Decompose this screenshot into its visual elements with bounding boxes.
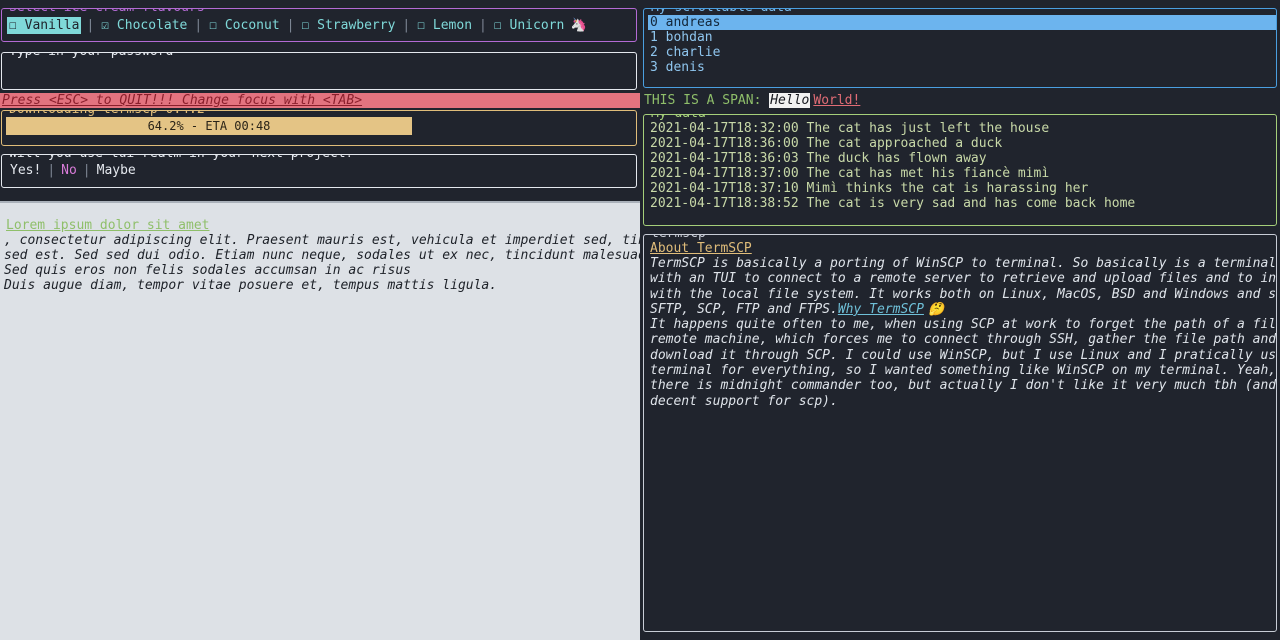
span-hello-text: Hello xyxy=(769,93,810,108)
termscp-text-line: remote machine, which forces me to conne… xyxy=(650,332,1276,347)
scrollable-list-panel[interactable]: My scrollable data 0 andreas1 bohdan2 ch… xyxy=(643,8,1277,88)
quit-hint-banner: Press <ESC> to QUIT!!! Change focus with… xyxy=(0,93,640,108)
log-row: 2021-04-17T18:36:03 The duck has flown a… xyxy=(648,151,1276,166)
about-termscp-link[interactable]: About TermSCP xyxy=(648,241,752,256)
unicorn-icon: 🦄 xyxy=(566,18,586,33)
checkbox-group-panel[interactable]: Select ice-cream flavours ☐ Vanilla|☑ Ch… xyxy=(1,8,637,42)
scrollable-list-body[interactable]: 0 andreas1 bohdan2 charlie3 denis xyxy=(648,15,1276,87)
progress-bar-title: Downloading termscp 0.4.2 xyxy=(8,110,206,117)
paragraph-line: sed est. Sed sed dui odio. Etiam nunc ne… xyxy=(4,248,640,263)
log-list-body[interactable]: 2021-04-17T18:32:00 The cat has just lef… xyxy=(648,121,1276,225)
radio-option-maybe[interactable]: Maybe xyxy=(97,163,136,178)
termscp-text-line: TermSCP is basically a porting of WinSCP… xyxy=(650,256,1276,271)
checkbox-separator: | xyxy=(397,18,415,33)
radio-separator: | xyxy=(77,163,97,178)
radio-group-title: Will you use tui-realm in your next proj… xyxy=(8,154,354,161)
termscp-text-line: with the local file system. It works bot… xyxy=(650,287,1276,302)
checkbox-group-title: Select ice-cream flavours xyxy=(8,8,206,15)
log-row: 2021-04-17T18:32:00 The cat has just lef… xyxy=(648,121,1276,136)
checkbox-item-chocolate[interactable]: ☑ Chocolate xyxy=(99,17,189,34)
why-termscp-link[interactable]: Why TermSCP xyxy=(838,302,924,317)
paragraph-line: , consectetur adipiscing elit. Praesent … xyxy=(4,233,640,248)
password-input-value[interactable] xyxy=(6,59,636,89)
progress-bar-label: 64.2% - ETA 00:48 xyxy=(6,117,412,135)
log-row: 2021-04-17T18:37:00 The cat has met his … xyxy=(648,166,1276,181)
termscp-protocols-text: SFTP, SCP, FTP and FTPS. xyxy=(650,302,838,317)
list-item[interactable]: 1 bohdan xyxy=(648,30,1276,45)
log-list-title: My data xyxy=(650,114,707,121)
checkbox-item-coconut[interactable]: ☐ Coconut xyxy=(207,17,281,34)
checkbox-item-lemon[interactable]: ☐ Lemon xyxy=(415,17,474,34)
checkbox-item-vanilla[interactable]: ☐ Vanilla xyxy=(7,17,81,34)
checkbox-row: ☐ Vanilla|☑ Chocolate|☐ Coconut|☐ Strawb… xyxy=(7,17,587,34)
span-demo-line: THIS IS A SPAN: HelloWorld! xyxy=(644,93,1278,108)
log-row: 2021-04-17T18:36:00 The cat approached a… xyxy=(648,136,1276,151)
termscp-paragraph-two: It happens quite often to me, when using… xyxy=(648,317,1276,409)
log-row: 2021-04-17T18:38:52 The cat is very sad … xyxy=(648,196,1276,211)
paragraph-body: , consectetur adipiscing elit. Praesent … xyxy=(4,233,640,293)
checkbox-separator: | xyxy=(81,18,99,33)
span-world-link[interactable]: World! xyxy=(810,93,860,108)
log-list-panel[interactable]: My data 2021-04-17T18:32:00 The cat has … xyxy=(643,114,1277,226)
span-prefix-label: THIS IS A SPAN: xyxy=(644,93,761,108)
checkbox-separator: | xyxy=(282,18,300,33)
termscp-panel-body: About TermSCP TermSCP is basically a por… xyxy=(648,241,1276,631)
termscp-text-line: download it through SCP. I could use Win… xyxy=(650,348,1276,363)
lorem-ipsum-link[interactable]: Lorem ipsum dolor sit amet xyxy=(6,218,210,233)
password-input-panel[interactable]: Type in your password xyxy=(1,52,637,90)
terminal-screen: Select ice-cream flavours ☐ Vanilla|☑ Ch… xyxy=(0,0,1280,640)
radio-row: Yes!|No|Maybe xyxy=(10,163,136,178)
progress-bar-panel: Downloading termscp 0.4.2 64.2% - ETA 00… xyxy=(1,110,637,146)
termscp-text-panel[interactable]: termscp About TermSCP TermSCP is basical… xyxy=(643,234,1277,632)
termscp-text-line: there is midnight commander too, but act… xyxy=(650,378,1276,393)
list-item[interactable]: 2 charlie xyxy=(648,45,1276,60)
paragraph-line: Sed quis eros non felis sodales accumsan… xyxy=(4,263,640,278)
radio-option-yes[interactable]: Yes! xyxy=(10,163,41,178)
radio-option-no[interactable]: No xyxy=(61,163,77,178)
termscp-panel-title: termscp xyxy=(650,234,707,241)
scrollable-list-title: My scrollable data xyxy=(650,8,793,15)
termscp-text-line: with an TUI to connect to a remote serve… xyxy=(650,271,1276,286)
termscp-text-line: SFTP, SCP, FTP and FTPS.Why TermSCP 🤔 xyxy=(650,302,1276,317)
list-item[interactable]: 3 denis xyxy=(648,60,1276,75)
radio-separator: | xyxy=(41,163,61,178)
radio-group-panel[interactable]: Will you use tui-realm in your next proj… xyxy=(1,154,637,188)
password-input-label: Type in your password xyxy=(8,52,174,59)
termscp-text-line: terminal for everything, so I wanted som… xyxy=(650,363,1276,378)
checkbox-separator: | xyxy=(189,18,207,33)
checkbox-item-unicorn[interactable]: ☐ Unicorn xyxy=(492,17,566,34)
checkbox-item-strawberry[interactable]: ☐ Strawberry xyxy=(299,17,397,34)
log-row: 2021-04-17T18:37:10 Mimì thinks the cat … xyxy=(648,181,1276,196)
termscp-text-line: decent support for scp). xyxy=(650,394,1276,409)
paragraph-panel: Lorem ipsum dolor sit amet , consectetur… xyxy=(0,201,640,640)
paragraph-line: Duis augue diam, tempor vitae posuere et… xyxy=(4,278,640,293)
checkbox-separator: | xyxy=(474,18,492,33)
termscp-paragraph-one: TermSCP is basically a porting of WinSCP… xyxy=(648,256,1276,317)
termscp-text-line: It happens quite often to me, when using… xyxy=(650,317,1276,332)
list-item[interactable]: 0 andreas xyxy=(648,15,1276,30)
progress-bar-track: 64.2% - ETA 00:48 xyxy=(6,117,412,135)
thinking-face-icon: 🤔 xyxy=(924,302,944,317)
